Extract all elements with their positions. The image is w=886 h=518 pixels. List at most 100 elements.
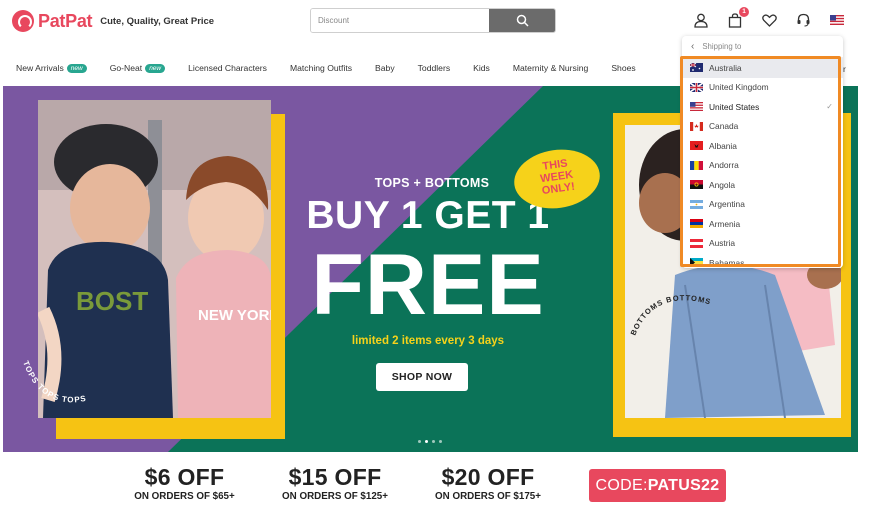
- bottoms-sticker-text: BOTTOMS BOTTOMS BOTTOMS: [625, 286, 715, 337]
- country-name: Albania: [709, 140, 737, 151]
- bottoms-circle-sticker: BOTTOMS BOTTOMS BOTTOMS: [625, 286, 716, 337]
- nav-item-label: Matching Outfits: [289, 63, 353, 73]
- nav-item-shoes[interactable]: Shoes: [611, 63, 635, 73]
- nav-item-kids[interactable]: Kids: [473, 63, 490, 73]
- country-item-argentina[interactable]: Argentina: [682, 195, 843, 215]
- tops-circle-sticker: TOPS TOPS TOPS TOPS TOPS: [11, 342, 90, 404]
- nav-item-label: Kids: [473, 63, 490, 73]
- promo-amount: $6 OFF: [144, 464, 225, 490]
- svg-text:BOTTOMS BOTTOMS BOTTOMS: BOTTOMS BOTTOMS BOTTOMS: [625, 286, 716, 337]
- nav-item-clipped-label[interactable]: r: [843, 64, 846, 74]
- albania-flag-icon: [690, 141, 703, 151]
- nav-item-label: New Arrivals: [16, 63, 64, 73]
- logo-icon: [12, 10, 34, 32]
- country-item-united-kingdom[interactable]: United Kingdom: [682, 78, 843, 98]
- country-item-australia[interactable]: Australia: [682, 58, 843, 78]
- checkmark-icon: ✓: [826, 102, 833, 112]
- promo-condition: ON ORDERS OF $65+: [134, 491, 235, 502]
- search-button[interactable]: [489, 9, 555, 32]
- country-item-united-states[interactable]: United States ✓: [682, 97, 843, 117]
- carousel-dot[interactable]: [418, 440, 421, 443]
- country-name: Austria: [709, 238, 736, 249]
- nav-item-matching-outfits[interactable]: Matching Outfits: [290, 63, 352, 73]
- country-name: Armenia: [709, 218, 741, 229]
- country-name: Angola: [709, 179, 736, 190]
- account-icon[interactable]: [692, 11, 710, 29]
- country-name: Argentina: [709, 199, 745, 210]
- search-bar: [310, 8, 556, 33]
- promo-code-badge[interactable]: CODE:PATUS22: [589, 469, 726, 502]
- nav-item-new-arrivals[interactable]: New Arrivals new: [16, 63, 87, 73]
- carousel-dot[interactable]: [439, 440, 442, 443]
- promo-condition: ON ORDERS OF $125+: [282, 491, 388, 502]
- country-name: Australia: [709, 62, 742, 73]
- new-badge: new: [66, 63, 87, 73]
- canada-flag-icon: [690, 121, 703, 131]
- nav-item-maternity-nursing[interactable]: Maternity & Nursing: [513, 63, 588, 73]
- country-item-austria[interactable]: Austria: [682, 234, 843, 254]
- nav-item-licensed-characters[interactable]: Licensed Characters: [188, 63, 267, 73]
- angola-flag-icon: [690, 180, 703, 190]
- shipping-title: Shipping to: [702, 42, 742, 51]
- promo-offer[interactable]: $6 OFF ON ORDERS OF $65+: [132, 464, 237, 502]
- andorra-flag-icon: [690, 160, 703, 170]
- promo-amount: $15 OFF: [288, 464, 382, 490]
- code-label: CODE:: [595, 477, 648, 494]
- hero-headline: BUY 1 GET 1: [306, 194, 550, 237]
- wishlist-heart-icon[interactable]: [760, 11, 778, 29]
- promo-offer[interactable]: $20 OFF ON ORDERS OF $175+: [427, 464, 549, 502]
- cart-count-badge: 1: [739, 7, 749, 17]
- nav-item-label: Shoes: [611, 63, 636, 73]
- country-name: United States: [709, 101, 760, 112]
- nav-item-label: Go-Neat: [109, 63, 143, 73]
- uk-flag-icon: [690, 82, 703, 92]
- page: PatPat Cute, Quality, Great Price 1: [0, 0, 886, 518]
- shipping-header[interactable]: ‹ Shipping to: [682, 36, 843, 58]
- australia-flag-icon: [690, 63, 703, 73]
- search-input[interactable]: [311, 9, 489, 32]
- us-flag-icon: [690, 102, 703, 112]
- cart-button[interactable]: 1: [726, 7, 749, 29]
- nav-item-label: Baby: [375, 63, 395, 73]
- country-item-bahamas[interactable]: Bahamas: [682, 253, 843, 266]
- hero-subline: limited 2 items every 3 days: [351, 335, 505, 347]
- brand-name: PatPat: [38, 10, 93, 31]
- nav-item-toddlers[interactable]: Toddlers: [418, 63, 450, 73]
- country-item-armenia[interactable]: Armenia: [682, 214, 843, 234]
- country-item-canada[interactable]: Canada: [682, 117, 843, 137]
- country-name: Canada: [709, 121, 739, 132]
- svg-text:NEW YORK: NEW YORK: [198, 307, 271, 324]
- us-flag-icon[interactable]: [828, 11, 846, 29]
- nav-item-go-neat[interactable]: Go-Neat new: [109, 63, 166, 73]
- carousel-dots: [418, 440, 442, 443]
- country-item-albania[interactable]: Albania: [682, 136, 843, 156]
- shipping-country-dropdown: ‹ Shipping to Australia United Kingdom U…: [682, 36, 843, 268]
- promo-amount: $20 OFF: [441, 464, 535, 490]
- logo[interactable]: PatPat Cute, Quality, Great Price: [12, 10, 214, 32]
- armenia-flag-icon: [690, 219, 703, 229]
- country-item-angola[interactable]: Angola: [682, 175, 843, 195]
- country-name: Andorra: [709, 160, 739, 171]
- carousel-dot-active[interactable]: [425, 440, 428, 443]
- customer-service-headset-icon[interactable]: [794, 11, 812, 29]
- nav-item-label: Maternity & Nursing: [512, 63, 589, 73]
- hero-headline-free: FREE: [311, 237, 545, 333]
- search-icon: [516, 14, 529, 27]
- tops-sticker-text: TOPS TOPS TOPS TOPS TOPS: [11, 342, 90, 404]
- code-value: PATUS22: [647, 477, 720, 494]
- carousel-dot[interactable]: [432, 440, 435, 443]
- nav-item-label: Toddlers: [417, 63, 451, 73]
- nav-item-label: Licensed Characters: [188, 63, 267, 73]
- brand-tagline: Cute, Quality, Great Price: [100, 15, 215, 27]
- country-name: United Kingdom: [709, 82, 769, 93]
- new-badge: new: [145, 63, 166, 73]
- country-list[interactable]: Australia United Kingdom United States ✓…: [682, 58, 843, 266]
- bahamas-flag-icon: [690, 258, 703, 266]
- back-chevron-icon[interactable]: ‹: [691, 41, 694, 52]
- argentina-flag-icon: [690, 199, 703, 209]
- country-item-andorra[interactable]: Andorra: [682, 156, 843, 176]
- shop-now-button[interactable]: SHOP NOW: [376, 363, 468, 391]
- country-name: Bahamas: [709, 257, 745, 266]
- nav-item-baby[interactable]: Baby: [375, 63, 395, 73]
- promo-offer[interactable]: $15 OFF ON ORDERS OF $125+: [275, 464, 395, 502]
